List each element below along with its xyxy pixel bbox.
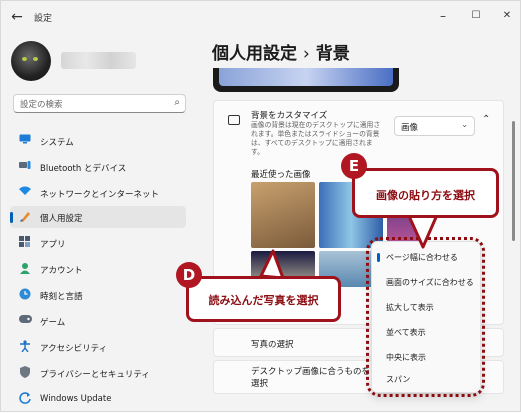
callout-e-tag: E bbox=[341, 153, 367, 179]
settings-window: ← 設定 – ☐ ✕ 設定の検索 ⌕ システム Bluetooth とデバイス … bbox=[0, 0, 521, 412]
callout-d-tag: D bbox=[176, 262, 202, 288]
callout-d-text: 読み込んだ写真を選択 bbox=[208, 294, 319, 307]
callout-d: 読み込んだ写真を選択 bbox=[186, 276, 341, 322]
callout-e-text: 画像の貼り方を選択 bbox=[376, 189, 475, 202]
callout-e: 画像の貼り方を選択 bbox=[352, 168, 499, 218]
